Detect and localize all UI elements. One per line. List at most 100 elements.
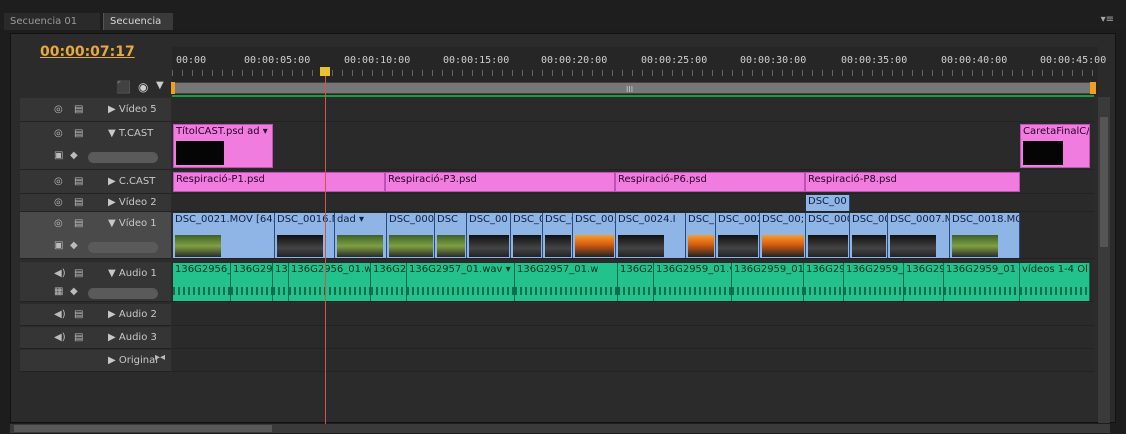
track-header-video2[interactable]: ◎ ▤ ▶ Vídeo 2 bbox=[20, 194, 171, 212]
keyframe-icon[interactable]: ◆ bbox=[70, 240, 78, 251]
clip-audio1[interactable]: 136G2957_01.wav ▾ bbox=[407, 263, 515, 301]
clip-audio1[interactable]: 136G29 bbox=[618, 263, 654, 301]
display-style-icon[interactable]: ▣ bbox=[54, 150, 63, 161]
film-icon[interactable]: ▤ bbox=[74, 218, 83, 229]
track-header-audio2[interactable]: ◀) ▤ ▶ Audio 2 bbox=[20, 304, 171, 326]
add-marker-icon[interactable]: ▼ bbox=[156, 80, 164, 91]
clip-respiracio-p1[interactable]: Respiració-P1.psd bbox=[173, 172, 385, 192]
clip-video1[interactable]: dad ▾ bbox=[335, 213, 387, 258]
clip-audio1[interactable]: 136G295 bbox=[904, 263, 944, 301]
work-area-end-handle[interactable] bbox=[1090, 82, 1096, 94]
track-name[interactable]: ▶ Audio 3 bbox=[108, 332, 157, 343]
clip-video1[interactable]: DSC_00; bbox=[573, 213, 616, 258]
marker-icon[interactable]: ◉ bbox=[138, 80, 148, 94]
current-timecode[interactable]: 00:00:07:17 bbox=[40, 44, 135, 60]
clip-respiracio-p6[interactable]: Respiració-P6.psd bbox=[615, 172, 805, 192]
track-name[interactable]: ▼ Audio 1 bbox=[108, 268, 157, 279]
sync-lock-icon[interactable]: ▤ bbox=[74, 268, 83, 279]
clip-video1[interactable]: DSC_0007.MC bbox=[888, 213, 950, 258]
keyframe-navigator[interactable] bbox=[88, 288, 158, 299]
vertical-scroll-thumb[interactable] bbox=[1100, 117, 1108, 247]
track-video1[interactable]: DSC_0021.MOV [64.DSC_0016.MOVdad ▾DSC_00… bbox=[172, 212, 1094, 259]
clip-audio1[interactable]: 136G2959_01. bbox=[732, 263, 804, 301]
track-header-video1[interactable]: ◎ ▤ ▼ Vídeo 1 ▣ ◆ bbox=[20, 212, 171, 259]
eye-icon[interactable]: ◎ bbox=[54, 176, 63, 187]
clip-respiracio-p3[interactable]: Respiració-P3.psd bbox=[385, 172, 615, 192]
track-name[interactable]: ▶ Vídeo 2 bbox=[108, 197, 157, 208]
clip-video1[interactable]: DSC_00; bbox=[760, 213, 806, 258]
track-name[interactable]: ▶ Vídeo 5 bbox=[108, 104, 157, 115]
track-header-ccast[interactable]: ◎ ▤ ▶ C.CAST bbox=[20, 170, 171, 194]
track-name[interactable]: ▶ Original bbox=[108, 355, 158, 366]
clip-audio1[interactable]: vídeos 1-4 Ol bbox=[1020, 263, 1090, 301]
clip-audio1[interactable]: 136G2959_01.v bbox=[654, 263, 732, 301]
track-audio2[interactable] bbox=[172, 304, 1094, 326]
track-name[interactable]: ▶ C.CAST bbox=[108, 176, 155, 187]
track-audio1[interactable]: 136G2956_136G29513136G2956_01.wav136G291… bbox=[172, 262, 1094, 302]
keyframe-navigator[interactable] bbox=[88, 152, 158, 163]
clip-video1[interactable]: DSC_ bbox=[686, 213, 716, 258]
display-style-icon[interactable]: ▣ bbox=[54, 240, 63, 251]
track-header-original[interactable]: ▶ Original ▸◂ bbox=[20, 350, 171, 372]
clip-audio1[interactable]: 136G2956_01.wav bbox=[289, 263, 371, 301]
clip-audio1[interactable]: 136G29 bbox=[371, 263, 407, 301]
clip-audio1[interactable]: 136G2959_01 bbox=[944, 263, 1020, 301]
panel-menu-icon[interactable]: ▾≡ bbox=[1101, 14, 1114, 25]
eye-icon[interactable]: ◎ bbox=[54, 218, 63, 229]
film-icon[interactable]: ▤ bbox=[74, 176, 83, 187]
track-header-tcast[interactable]: ◎ ▤ ▼ T.CAST ▣ ◆ bbox=[20, 122, 171, 170]
snap-icon[interactable]: ⬛ bbox=[116, 80, 131, 94]
clip-audio1[interactable]: 136G295 bbox=[231, 263, 273, 301]
sync-lock-icon[interactable]: ▤ bbox=[74, 332, 83, 343]
track-ccast[interactable]: Respiració-P1.psd Respiració-P3.psd Resp… bbox=[172, 170, 1094, 194]
tab-secuencia-02[interactable]: Secuencia 02× bbox=[103, 13, 173, 44]
track-header-video5[interactable]: ◎ ▤ ▶ Vídeo 5 bbox=[20, 98, 171, 122]
eye-icon[interactable]: ◎ bbox=[54, 128, 63, 139]
clip-respiracio-p8[interactable]: Respiració-P8.psd bbox=[805, 172, 1020, 192]
clip-video1[interactable]: DSC_0005.I bbox=[806, 213, 850, 258]
track-header-audio3[interactable]: ◀) ▤ ▶ Audio 3 bbox=[20, 327, 171, 349]
speaker-icon[interactable]: ◀) bbox=[54, 309, 66, 320]
clip-audio1[interactable]: 136G29 bbox=[804, 263, 844, 301]
clip-titolcast[interactable]: TítolCAST.psd ad ▾ bbox=[173, 124, 273, 168]
track-video2[interactable]: DSC_00 bbox=[172, 194, 1094, 212]
clip-video1[interactable]: DSC_0002.MOV bbox=[387, 213, 435, 258]
keyframe-navigator[interactable] bbox=[88, 242, 158, 253]
clip-audio1[interactable]: 136G2959_( bbox=[844, 263, 904, 301]
clip-audio1[interactable]: 136G2957_01.w bbox=[515, 263, 618, 301]
tab-secuencia-01[interactable]: Secuencia 01 bbox=[4, 13, 100, 30]
clip-video1[interactable]: DSC_0021.MOV [64. bbox=[173, 213, 275, 258]
speaker-icon[interactable]: ◀) bbox=[54, 332, 66, 343]
track-name[interactable]: ▼ T.CAST bbox=[108, 128, 153, 139]
track-name[interactable]: ▶ Audio 2 bbox=[108, 309, 157, 320]
keyframe-icon[interactable]: ◆ bbox=[70, 150, 78, 161]
clip-caretafinal[interactable]: CaretaFinalC/ bbox=[1020, 124, 1090, 168]
keyframe-icon[interactable]: ◆ bbox=[70, 286, 78, 297]
clip-video1[interactable]: DSC_0 bbox=[543, 213, 573, 258]
eye-icon[interactable]: ◎ bbox=[54, 104, 63, 115]
clip-video1[interactable]: DSC_0 bbox=[511, 213, 543, 258]
playhead-line[interactable] bbox=[325, 70, 326, 425]
track-audio3[interactable] bbox=[172, 327, 1094, 349]
film-icon[interactable]: ▤ bbox=[74, 104, 83, 115]
clip-video1[interactable]: DSC_00 bbox=[850, 213, 888, 258]
track-header-audio1[interactable]: ◀) ▤ ▼ Audio 1 ▦ ◆ bbox=[20, 262, 171, 302]
track-name[interactable]: ▼ Vídeo 1 bbox=[108, 218, 157, 229]
film-icon[interactable]: ▤ bbox=[74, 197, 83, 208]
clip-video1[interactable]: DSC_0018.MC bbox=[950, 213, 1020, 258]
sync-lock-icon[interactable]: ▤ bbox=[74, 309, 83, 320]
speaker-icon[interactable]: ◀) bbox=[54, 268, 66, 279]
clip-video1[interactable]: DSC_0024 bbox=[716, 213, 760, 258]
track-tcast[interactable]: TítolCAST.psd ad ▾ CaretaFinalC/ bbox=[172, 122, 1094, 170]
clip-dsc-video2[interactable]: DSC_00 bbox=[806, 195, 850, 211]
clip-video1[interactable]: DSC_00 bbox=[467, 213, 511, 258]
clip-audio1[interactable]: 136G2956_ bbox=[173, 263, 231, 301]
horizontal-scroll-thumb[interactable] bbox=[14, 425, 272, 432]
clip-video1[interactable]: DSC bbox=[435, 213, 467, 258]
film-icon[interactable]: ▤ bbox=[74, 128, 83, 139]
waveform-icon[interactable]: ▦ bbox=[54, 286, 63, 297]
track-video5[interactable] bbox=[172, 98, 1094, 122]
track-original[interactable] bbox=[172, 350, 1094, 372]
eye-icon[interactable]: ◎ bbox=[54, 197, 63, 208]
playhead-handle[interactable] bbox=[320, 67, 330, 76]
